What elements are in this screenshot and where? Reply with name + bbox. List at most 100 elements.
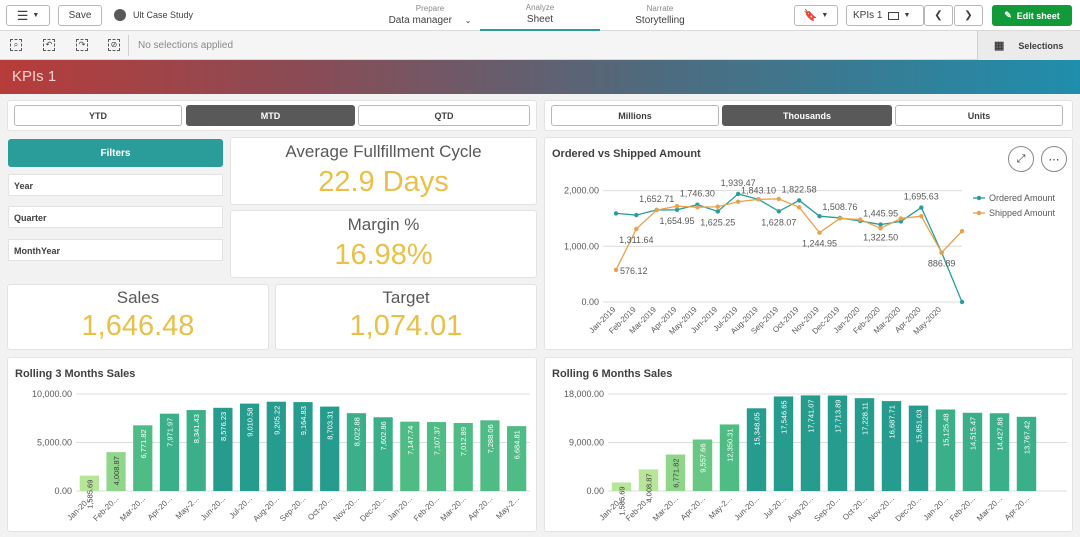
x-tick-label: Feb-20...	[412, 494, 441, 523]
bookmark-button[interactable]: 🔖 ▼	[794, 5, 838, 26]
data-label: 1,628.07	[761, 217, 796, 227]
chevron-down-icon: ⌄	[464, 16, 472, 25]
rolling-6-months-chart[interactable]: Rolling 6 Months Sales 0.00 9,000.00 18,00…	[544, 357, 1073, 532]
bar-value-label: 13,767.42	[1023, 421, 1032, 454]
data-point	[735, 191, 741, 197]
y-tick-label: 0.00	[54, 486, 72, 496]
bar-value-label: 9,164.83	[299, 406, 308, 435]
units-button[interactable]: Units	[895, 105, 1063, 126]
app-globe-icon	[114, 9, 126, 21]
next-sheet-button[interactable]: ❯	[954, 5, 983, 26]
tab-analyze-label: Sheet	[526, 14, 554, 25]
legend-label: Ordered Amount	[989, 193, 1056, 203]
data-point	[674, 203, 680, 209]
chevron-right-icon: ❯	[964, 10, 973, 21]
data-label: 1,822.58	[782, 184, 817, 194]
selections-tool-button[interactable]: ▦ Selections	[977, 31, 1080, 60]
kpi-fulfillment-value: 22.9 Days	[318, 166, 449, 198]
data-point	[817, 230, 822, 235]
mtd-button[interactable]: MTD	[186, 105, 355, 126]
sheet-selector[interactable]: KPIs 1 ▼	[846, 5, 924, 26]
legend-label: Shipped Amount	[989, 208, 1056, 218]
bar-value-label: 9,010.58	[246, 408, 255, 437]
kpi-fulfillment[interactable]: Average Fullfillment Cycle 22.9 Days	[230, 137, 537, 205]
y-tick-label: 2,000.00	[564, 186, 599, 196]
bar-value-label: 8,341.43	[192, 414, 201, 443]
thousands-button[interactable]: Thousands	[722, 105, 892, 126]
bar-value-label: 6,771.82	[672, 459, 681, 488]
data-label: 576.12	[620, 266, 648, 276]
data-label: 1,695.63	[904, 192, 939, 202]
data-label: 1,508.76	[822, 202, 857, 212]
y-tick-label: 0.00	[586, 486, 604, 496]
x-tick-label: Apr-20...	[146, 494, 174, 522]
qtd-button[interactable]: QTD	[358, 105, 530, 126]
data-point	[919, 205, 924, 210]
bar-value-label: 14,515.47	[969, 417, 978, 450]
menu-button[interactable]: ☰ ▼	[6, 5, 50, 26]
data-point	[796, 198, 802, 203]
chevron-down-icon: ▼	[903, 12, 911, 19]
bar-value-label: 7,147.74	[406, 426, 415, 455]
sheet-thumbnail-icon	[888, 11, 900, 20]
smart-search-icon[interactable]: ⌕	[10, 39, 22, 51]
sheet-title: KPIs 1	[12, 68, 57, 85]
data-point	[817, 214, 822, 219]
kpi-margin[interactable]: Margin % 16.98%	[230, 210, 537, 278]
bar-value-label: 7,107.37	[433, 426, 442, 455]
bar-value-label: 9,205.22	[272, 406, 281, 435]
rolling-3-months-chart[interactable]: Rolling 3 Months Sales 0.00 5,000.00 10,00…	[7, 357, 537, 532]
x-tick-label: Nov-20...	[867, 494, 896, 523]
x-tick-label: Mar-20...	[651, 494, 680, 523]
bar-value-label: 15,851.03	[915, 410, 924, 443]
bar-value-label: 9,557.66	[699, 443, 708, 472]
data-point	[756, 197, 761, 202]
filter-year[interactable]: Year	[8, 174, 223, 196]
sheet-selector-label: KPIs 1	[853, 10, 883, 21]
tab-prepare[interactable]: Prepare Data manager ⌄	[380, 0, 480, 31]
tab-analyze[interactable]: Analyze Sheet	[480, 0, 600, 31]
clear-selections-icon[interactable]: ⊘	[108, 39, 120, 51]
data-point	[878, 222, 883, 227]
edit-sheet-button[interactable]: ✎ Edit sheet	[992, 5, 1072, 26]
data-point	[898, 216, 904, 221]
bar-value-label: 7,288.06	[486, 424, 495, 453]
tab-analyze-caption: Analyze	[525, 3, 555, 12]
kpi-target[interactable]: Target 1,074.01	[275, 284, 537, 350]
data-point	[837, 216, 843, 221]
data-point	[715, 204, 720, 209]
kpi-sales[interactable]: Sales 1,646.48	[7, 284, 269, 350]
kpi-target-title: Target	[382, 288, 430, 307]
x-tick-label: Apr-20...	[1003, 494, 1031, 522]
data-point	[735, 199, 741, 204]
x-tick-label: Jul-20...	[761, 494, 787, 520]
previous-sheet-button[interactable]: ❮	[924, 5, 953, 26]
filter-quarter[interactable]: Quarter	[8, 206, 223, 228]
x-tick-label: May-2...	[174, 494, 201, 521]
ytd-button[interactable]: YTD	[14, 105, 182, 126]
data-point	[796, 205, 802, 210]
data-label: 1,746.30	[680, 189, 715, 199]
bar-value-label: 17,741.07	[807, 399, 816, 432]
data-label: 1,843.10	[741, 185, 776, 195]
data-point	[939, 250, 944, 255]
x-tick-label: Apr-20...	[466, 494, 494, 522]
y-tick-label: 5,000.00	[37, 438, 72, 448]
step-forward-icon[interactable]: ↷	[76, 39, 88, 51]
bar-value-label: 15,348.05	[753, 412, 762, 445]
ordered-vs-shipped-chart[interactable]: Ordered vs Shipped Amount ⤢ ⋯ 0.00 1,000.…	[544, 137, 1073, 350]
step-back-icon[interactable]: ↶	[43, 39, 55, 51]
millions-button[interactable]: Millions	[551, 105, 719, 126]
x-tick-label: Aug-20...	[786, 494, 815, 523]
bar-chart-svg: 0.009,000.0018,000.001,585.69 4,008.876,7…	[564, 389, 1067, 523]
x-tick-label: Jan-20...	[386, 494, 414, 522]
sheet-title-banner: KPIs 1	[0, 60, 1080, 94]
tab-narrate[interactable]: Narrate Storytelling	[610, 0, 710, 31]
data-label: 1,445.95	[863, 209, 898, 219]
data-point	[654, 207, 659, 213]
legend-marker	[976, 210, 982, 216]
filter-monthyear[interactable]: MonthYear	[8, 239, 223, 261]
x-tick-label: Mar-20...	[118, 494, 147, 523]
save-button[interactable]: Save	[58, 5, 102, 26]
x-tick-label: Jun-20...	[733, 494, 761, 522]
